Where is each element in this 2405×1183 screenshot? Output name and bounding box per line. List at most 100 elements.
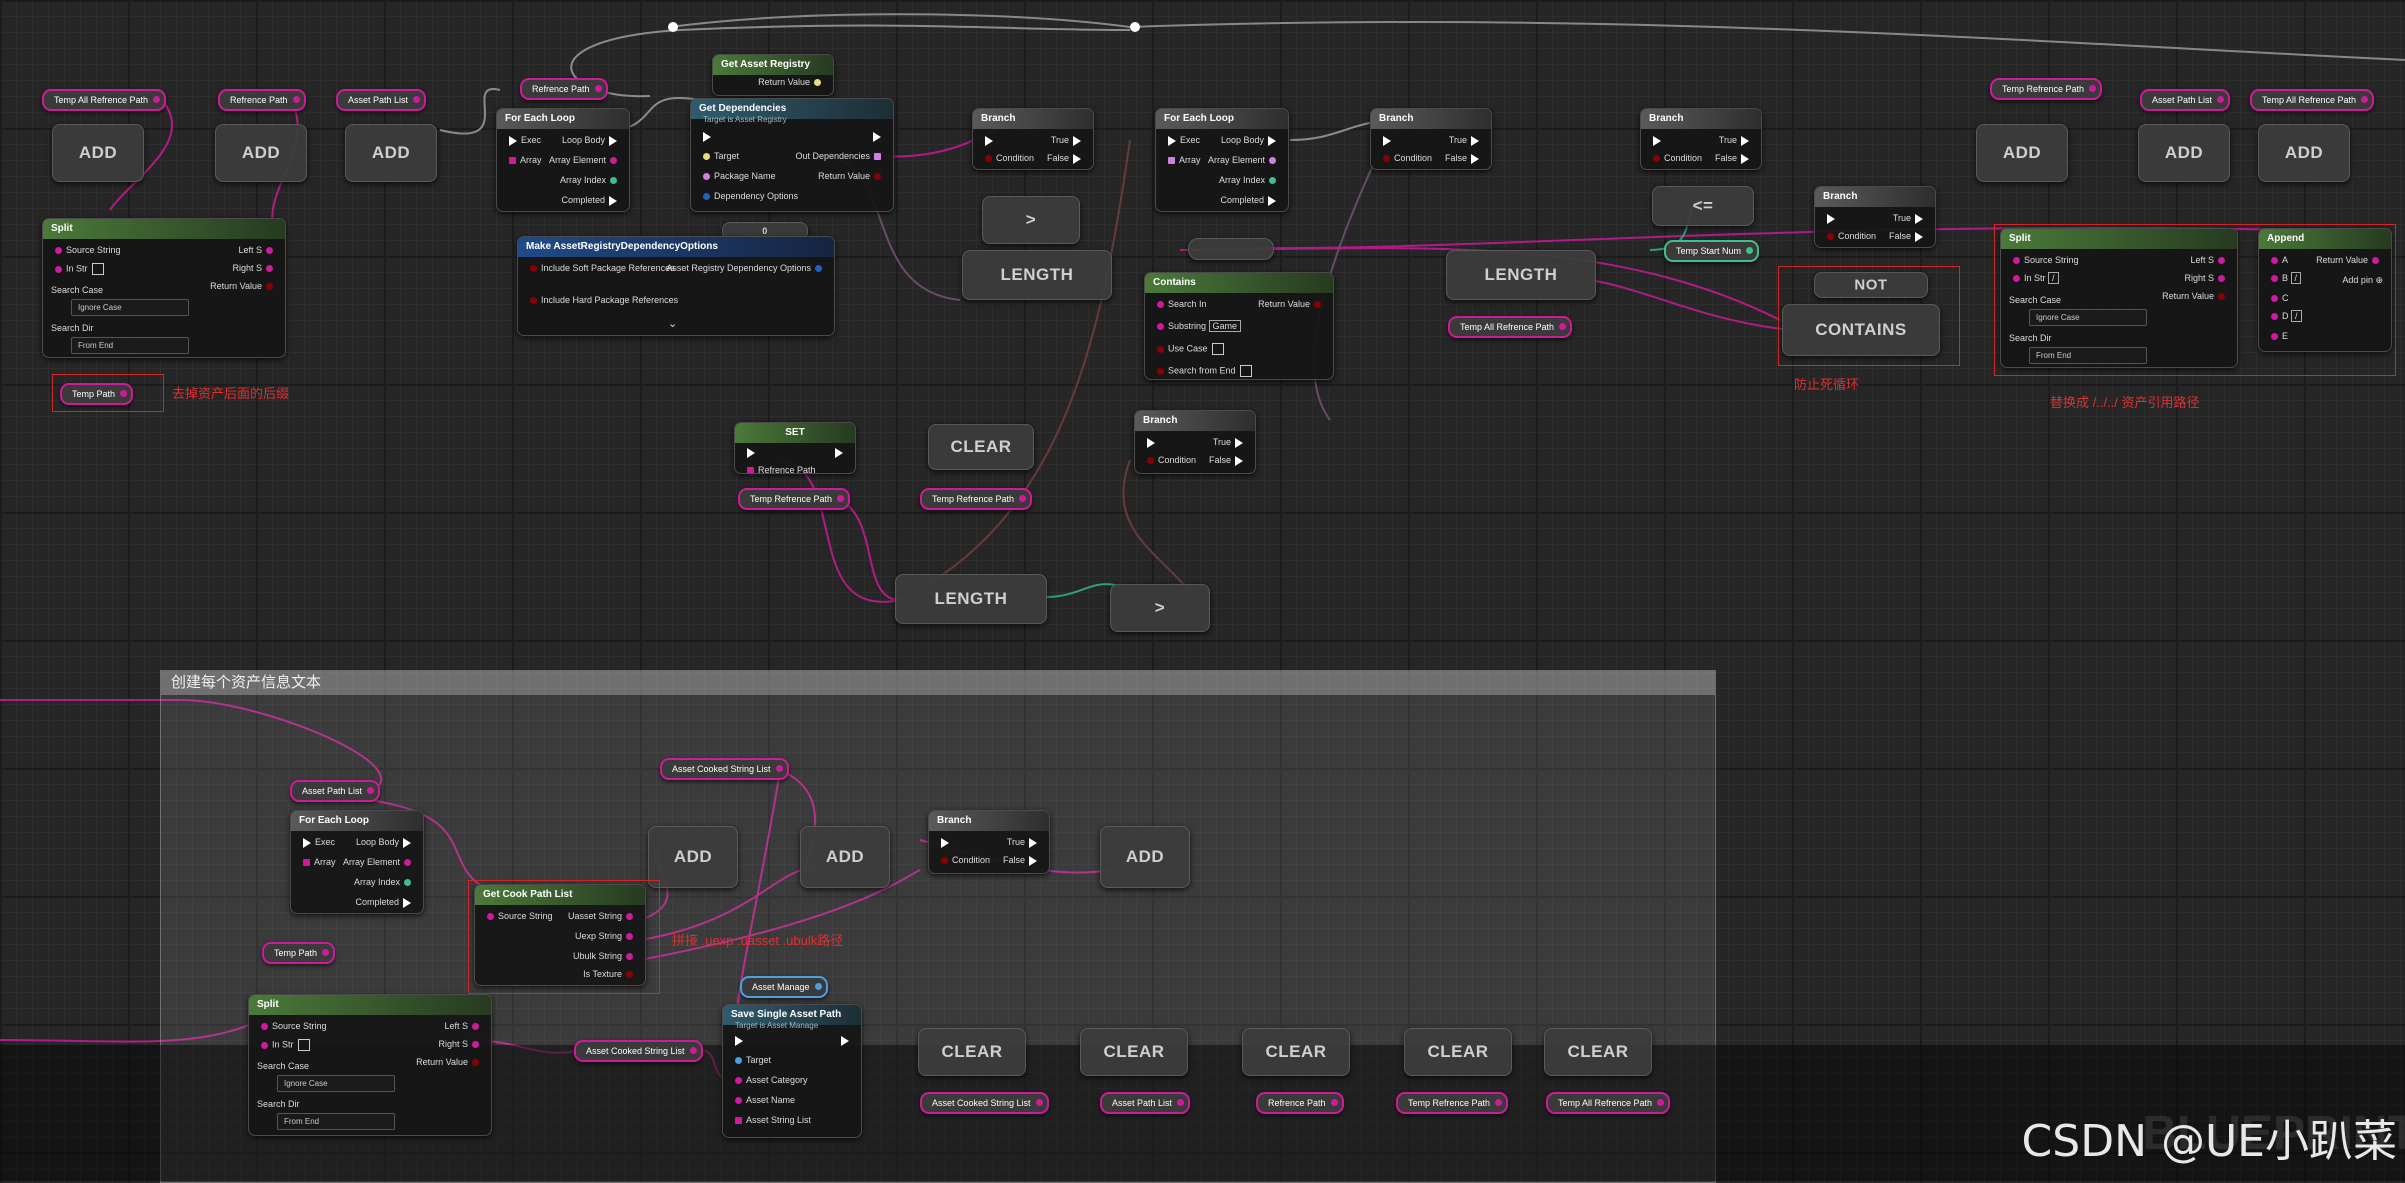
reroute-node-1[interactable] bbox=[668, 22, 678, 32]
pin-return-value[interactable]: Return Value bbox=[2162, 291, 2229, 301]
clear-node-6[interactable]: CLEAR bbox=[1544, 1028, 1652, 1076]
pin-condition[interactable]: Condition bbox=[1379, 153, 1432, 163]
get-cook-path-list-node[interactable]: Get Cook Path List Source String Uasset … bbox=[474, 884, 646, 986]
pin-array-element[interactable]: Array Element bbox=[1208, 155, 1280, 165]
pin-right-s[interactable]: Right S bbox=[2184, 273, 2229, 283]
make-options-node[interactable]: Make AssetRegistryDependencyOptions Incl… bbox=[517, 236, 835, 336]
pin-asset-category[interactable]: Asset Category bbox=[731, 1075, 808, 1085]
split-node-3[interactable]: Split Source String In Str Search Case I… bbox=[248, 994, 492, 1136]
pin-exec[interactable] bbox=[1143, 437, 1159, 448]
pin-e[interactable]: E bbox=[2267, 331, 2288, 341]
pin-uasset-string[interactable]: Uasset String bbox=[568, 911, 637, 921]
var-asset-cooked-string-list[interactable]: Asset Cooked String List bbox=[660, 758, 789, 780]
greater-node-1[interactable]: > bbox=[982, 196, 1080, 244]
pin-exec[interactable] bbox=[1379, 135, 1395, 146]
save-single-asset-path-node[interactable]: Save Single Asset Path Target is Asset M… bbox=[722, 1004, 862, 1138]
pin-return-value[interactable]: Return Value bbox=[2316, 255, 2383, 265]
pin-refrence-path[interactable]: Refrence Path bbox=[743, 465, 816, 473]
pin-exec[interactable] bbox=[981, 135, 997, 146]
pin-include-hard[interactable]: Include Hard Package References bbox=[526, 295, 678, 305]
pin-a[interactable]: A bbox=[2267, 255, 2288, 265]
reroute-node-2[interactable] bbox=[1130, 22, 1140, 32]
pin-array[interactable]: Array bbox=[1164, 155, 1201, 165]
add-node-3[interactable]: ADD bbox=[345, 124, 437, 182]
pin-exec[interactable] bbox=[699, 131, 715, 142]
branch-node-1[interactable]: Branch Condition True False bbox=[972, 108, 1094, 170]
pin-search-from-end[interactable]: Search from End bbox=[1153, 365, 1252, 377]
pin-return-value[interactable]: Return Value bbox=[758, 77, 825, 87]
for-each-loop-node-3[interactable]: For Each Loop Exec Array Loop Body Array… bbox=[290, 810, 424, 914]
var-asset-path-list-2[interactable]: Asset Path List bbox=[2140, 89, 2231, 111]
pin-true[interactable]: True bbox=[1007, 837, 1041, 848]
comment-title[interactable]: 创建每个资产信息文本 bbox=[161, 671, 1715, 695]
clear-node-2[interactable]: CLEAR bbox=[918, 1028, 1026, 1076]
pin-array[interactable]: Array bbox=[299, 857, 336, 867]
pin-array-index[interactable]: Array Index bbox=[1219, 175, 1280, 185]
search-case-dropdown[interactable]: Ignore Case bbox=[277, 1075, 395, 1092]
pin-false[interactable]: False bbox=[1889, 231, 1927, 242]
var-asset-path-list-4[interactable]: Asset Path List bbox=[1100, 1092, 1191, 1114]
pin-exec[interactable] bbox=[731, 1035, 747, 1046]
var-asset-cooked-string-list-3[interactable]: Asset Cooked String List bbox=[920, 1092, 1049, 1114]
get-asset-registry-node[interactable]: Get Asset Registry Return Value bbox=[712, 54, 834, 96]
not-node[interactable]: NOT bbox=[1814, 272, 1928, 298]
var-temp-all-refrence-path-3[interactable]: Temp All Refrence Path bbox=[2250, 89, 2375, 111]
var-asset-path-list[interactable]: Asset Path List bbox=[336, 89, 427, 111]
var-temp-all-refrence-path-4[interactable]: Temp All Refrence Path bbox=[1546, 1092, 1671, 1114]
add-node-9[interactable]: ADD bbox=[1100, 826, 1190, 888]
pin-loop-body[interactable]: Loop Body bbox=[356, 837, 415, 848]
pin-exec[interactable]: Exec bbox=[505, 135, 541, 146]
branch-node-5[interactable]: Branch Condition True False bbox=[1134, 410, 1256, 474]
pin-array-index[interactable]: Array Index bbox=[354, 877, 415, 887]
pin-return-value[interactable]: Return Value bbox=[210, 281, 277, 291]
search-dir-dropdown[interactable]: From End bbox=[277, 1113, 395, 1130]
var-temp-path-2[interactable]: Temp Path bbox=[262, 942, 336, 964]
var-asset-cooked-string-list-2[interactable]: Asset Cooked String List bbox=[574, 1040, 703, 1062]
var-temp-all-refrence-path-2[interactable]: Temp All Refrence Path bbox=[1448, 316, 1573, 338]
pin-exec-out[interactable] bbox=[869, 131, 885, 142]
pin-exec[interactable]: Exec bbox=[299, 837, 335, 848]
search-dir-dropdown[interactable]: From End bbox=[2029, 347, 2147, 364]
add-node-5[interactable]: ADD bbox=[2138, 124, 2230, 182]
branch-node-2[interactable]: Branch Condition True False bbox=[1370, 108, 1492, 170]
var-refrence-path-2[interactable]: Refrence Path bbox=[520, 78, 608, 100]
var-temp-refrence-path-3[interactable]: Temp Refrence Path bbox=[920, 488, 1033, 510]
pin-true[interactable]: True bbox=[1051, 135, 1085, 146]
pin-in-str[interactable]: In Str bbox=[51, 263, 104, 275]
pin-left-s[interactable]: Left S bbox=[2190, 255, 2229, 265]
length-node-3[interactable]: LENGTH bbox=[895, 574, 1047, 624]
add-node-2[interactable]: ADD bbox=[215, 124, 307, 182]
pin-right-s[interactable]: Right S bbox=[232, 263, 277, 273]
to-string-node[interactable] bbox=[1188, 238, 1274, 260]
search-dir-dropdown[interactable]: From End bbox=[71, 337, 189, 354]
add-node-4[interactable]: ADD bbox=[1976, 124, 2068, 182]
pin-exec[interactable] bbox=[1823, 213, 1839, 224]
clear-node-4[interactable]: CLEAR bbox=[1242, 1028, 1350, 1076]
pin-in-str[interactable]: In Str bbox=[257, 1039, 310, 1051]
pin-return-value[interactable]: Return Value bbox=[818, 171, 885, 181]
pin-completed[interactable]: Completed bbox=[355, 897, 415, 908]
search-case-dropdown[interactable]: Ignore Case bbox=[71, 299, 189, 316]
pin-false[interactable]: False bbox=[1715, 153, 1753, 164]
var-temp-all-refrence-path[interactable]: Temp All Refrence Path bbox=[42, 89, 167, 111]
pin-true[interactable]: True bbox=[1719, 135, 1753, 146]
length-node-1[interactable]: LENGTH bbox=[962, 250, 1112, 300]
clear-node-3[interactable]: CLEAR bbox=[1080, 1028, 1188, 1076]
get-dependencies-node[interactable]: Get Dependencies Target is Asset Registr… bbox=[690, 98, 894, 212]
pin-completed[interactable]: Completed bbox=[561, 195, 621, 206]
pin-right-s[interactable]: Right S bbox=[438, 1039, 483, 1049]
pin-condition[interactable]: Condition bbox=[981, 153, 1034, 163]
var-asset-path-list-3[interactable]: Asset Path List bbox=[290, 780, 381, 802]
pin-loop-body[interactable]: Loop Body bbox=[1221, 135, 1280, 146]
pin-left-s[interactable]: Left S bbox=[444, 1021, 483, 1031]
add-node-6[interactable]: ADD bbox=[2258, 124, 2350, 182]
pin-false[interactable]: False bbox=[1209, 455, 1247, 466]
pin-array-element[interactable]: Array Element bbox=[343, 857, 415, 867]
expand-chevron-icon[interactable]: ⌄ bbox=[668, 317, 677, 330]
add-node-1[interactable]: ADD bbox=[52, 124, 144, 182]
set-node[interactable]: SET Refrence Path bbox=[734, 422, 856, 474]
pin-is-texture[interactable]: Is Texture bbox=[583, 969, 637, 979]
pin-array[interactable]: Array bbox=[505, 155, 542, 165]
pin-true[interactable]: True bbox=[1449, 135, 1483, 146]
pin-array-element[interactable]: Array Element bbox=[549, 155, 621, 165]
